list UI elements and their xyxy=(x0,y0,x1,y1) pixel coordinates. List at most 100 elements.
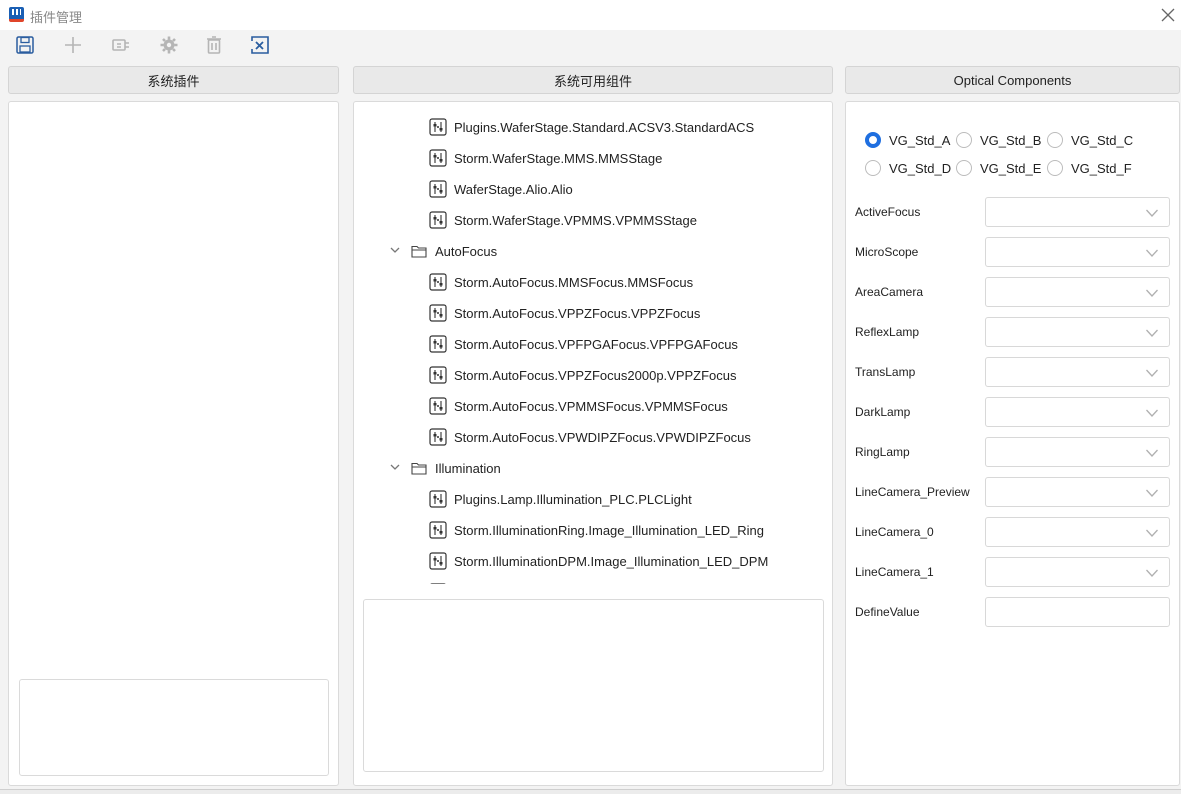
reflexlamp-select[interactable] xyxy=(985,317,1170,347)
radio-circle[interactable] xyxy=(956,160,972,176)
chevron-down-icon xyxy=(1146,449,1158,457)
plugin-description-box[interactable] xyxy=(19,679,329,776)
chevron-down-icon xyxy=(1146,209,1158,217)
component-tree[interactable]: Plugins.WaferStage.Standard.ACSV3.Standa… xyxy=(354,102,832,584)
linecamera-preview-select[interactable] xyxy=(985,477,1170,507)
window-title: 插件管理 xyxy=(30,10,83,25)
radio-circle[interactable] xyxy=(1047,160,1063,176)
settings-button[interactable] xyxy=(156,33,182,57)
tree-item[interactable]: Storm.AutoFocus.VPFPGAFocus.VPFPGAFocus xyxy=(429,330,738,358)
radio-circle[interactable] xyxy=(865,132,881,148)
radio-vg-std-d[interactable]: VG_Std_D xyxy=(865,158,951,178)
delete-button[interactable] xyxy=(201,33,227,57)
save-icon xyxy=(16,36,34,54)
deploy-icon xyxy=(112,39,129,51)
radio-vg-std-c[interactable]: VG_Std_C xyxy=(1047,130,1133,150)
radio-circle[interactable] xyxy=(956,132,972,148)
translamp-label: TransLamp xyxy=(855,365,916,379)
tree-item-label: Storm.WaferStage.MMS.MMSStage xyxy=(454,150,663,166)
definevalue-input[interactable] xyxy=(985,597,1170,627)
optical-components-header[interactable]: Optical Components xyxy=(845,66,1180,94)
radio-vg-std-f[interactable]: VG_Std_F xyxy=(1047,158,1132,178)
microscope-select[interactable] xyxy=(985,237,1170,267)
ringlamp-label: RingLamp xyxy=(855,445,910,459)
tree-item-label: Storm.WaferStage.VPMMS.VPMMSStage xyxy=(454,212,697,228)
darklamp-select[interactable] xyxy=(985,397,1170,427)
radio-circle[interactable] xyxy=(865,160,881,176)
tree-folder[interactable]: AutoFocus xyxy=(390,237,497,265)
chevron-down-icon[interactable] xyxy=(389,244,401,256)
tree-item[interactable]: Storm.AutoFocus.MMSFocus.MMSFocus xyxy=(429,268,693,296)
available-components-header[interactable]: 系统可用组件 xyxy=(353,66,833,94)
chevron-down-icon xyxy=(1146,409,1158,417)
system-plugins-panel[interactable] xyxy=(8,101,339,786)
folder-icon xyxy=(410,459,428,477)
tree-item[interactable]: Storm.AutoFocus.VPWDIPZFocus.VPWDIPZFocu… xyxy=(429,423,751,451)
areacamera-select[interactable] xyxy=(985,277,1170,307)
chevron-down-icon xyxy=(1146,529,1158,537)
radio-label: VG_Std_A xyxy=(889,132,951,148)
tree-item[interactable]: Plugins.WaferStage.Standard.ACSV3.Standa… xyxy=(429,113,754,141)
tree-item[interactable]: Storm.AutoFocus.VPPZFocus2000p.VPPZFocus xyxy=(429,361,737,389)
tree-item[interactable]: Storm.AutoFocus.VPMMSFocus.VPMMSFocus xyxy=(429,392,728,420)
tree-folder[interactable]: Illumination xyxy=(390,454,501,482)
tree-item[interactable]: Storm.IlluminationDPM.Image_Illumination… xyxy=(429,547,768,575)
ringlamp-select[interactable] xyxy=(985,437,1170,467)
linecamera-0-label: LineCamera_0 xyxy=(855,525,934,539)
linecamera-1-select[interactable] xyxy=(985,557,1170,587)
clear-button[interactable] xyxy=(247,33,273,57)
system-plugins-header[interactable]: 系统插件 xyxy=(8,66,339,94)
activefocus-label: ActiveFocus xyxy=(855,205,921,219)
component-description-box[interactable] xyxy=(363,599,824,772)
plugin-module-icon xyxy=(429,490,447,508)
radio-vg-std-b[interactable]: VG_Std_B xyxy=(956,130,1041,150)
tree-item-label: Storm.AutoFocus.VPFPGAFocus.VPFPGAFocus xyxy=(454,336,738,352)
title-bar: 插件管理 xyxy=(0,0,1181,30)
plugin-module-icon xyxy=(429,521,447,539)
tree-item[interactable]: Storm.AutoFocus.VPPZFocus.VPPZFocus xyxy=(429,299,700,327)
window-close-button[interactable] xyxy=(1157,4,1179,26)
radio-circle[interactable] xyxy=(1047,132,1063,148)
tree-item-label: Storm.AutoFocus.VPWDIPZFocus.VPWDIPZFocu… xyxy=(454,429,751,445)
plugin-module-icon xyxy=(429,149,447,167)
trash-icon xyxy=(207,36,221,54)
tree-item-label: Plugins.WaferStage.Standard.ACSV3.Standa… xyxy=(454,119,755,135)
activefocus-select[interactable] xyxy=(985,197,1170,227)
plugin-module-icon xyxy=(429,366,447,384)
linecamera-0-select[interactable] xyxy=(985,517,1170,547)
tree-item-label: Storm.AutoFocus.MMSFocus.MMSFocus xyxy=(454,274,694,290)
deploy-button[interactable] xyxy=(108,33,134,57)
tree-item[interactable] xyxy=(429,578,454,584)
tree-item-label: Storm.IlluminationDPM.Image_Illumination… xyxy=(454,553,769,569)
chevron-down-icon xyxy=(1146,329,1158,337)
tree-item[interactable]: Storm.WaferStage.MMS.MMSStage xyxy=(429,144,662,172)
linecamera-preview-label: LineCamera_Preview xyxy=(855,485,970,499)
tree-item[interactable]: Storm.IlluminationRing.Image_Illuminatio… xyxy=(429,516,764,544)
translamp-select[interactable] xyxy=(985,357,1170,387)
plugin-module-icon xyxy=(429,273,447,291)
tree-item[interactable]: Storm.WaferStage.VPMMS.VPMMSStage xyxy=(429,206,697,234)
save-button[interactable] xyxy=(12,33,38,57)
close-box-icon xyxy=(251,36,269,54)
tree-item-label: Storm.AutoFocus.VPPZFocus2000p.VPPZFocus xyxy=(454,367,737,383)
plugin-module-icon xyxy=(429,180,447,198)
radio-label: VG_Std_D xyxy=(889,160,952,176)
plugin-module-icon xyxy=(429,211,447,229)
window-bottom-edge xyxy=(0,789,1181,794)
chevron-down-icon xyxy=(1146,489,1158,497)
available-components-panel[interactable]: Plugins.WaferStage.Standard.ACSV3.Standa… xyxy=(353,101,833,786)
tree-item-label: Storm.IlluminationRing.Image_Illuminatio… xyxy=(454,522,764,538)
plugin-module-icon xyxy=(429,304,447,322)
plugin-module-icon xyxy=(429,428,447,446)
add-button[interactable] xyxy=(60,33,86,57)
folder-icon xyxy=(410,242,428,260)
tree-item[interactable]: WaferStage.Alio.Alio xyxy=(429,175,573,203)
reflexlamp-label: ReflexLamp xyxy=(855,325,920,339)
radio-vg-std-a[interactable]: VG_Std_A xyxy=(865,130,950,150)
plugin-module-icon xyxy=(429,335,447,353)
add-icon xyxy=(65,37,81,53)
plugin-module-icon xyxy=(429,397,447,415)
tree-item[interactable]: Plugins.Lamp.Illumination_PLC.PLCLight xyxy=(429,485,692,513)
chevron-down-icon[interactable] xyxy=(389,461,401,473)
radio-vg-std-e[interactable]: VG_Std_E xyxy=(956,158,1041,178)
